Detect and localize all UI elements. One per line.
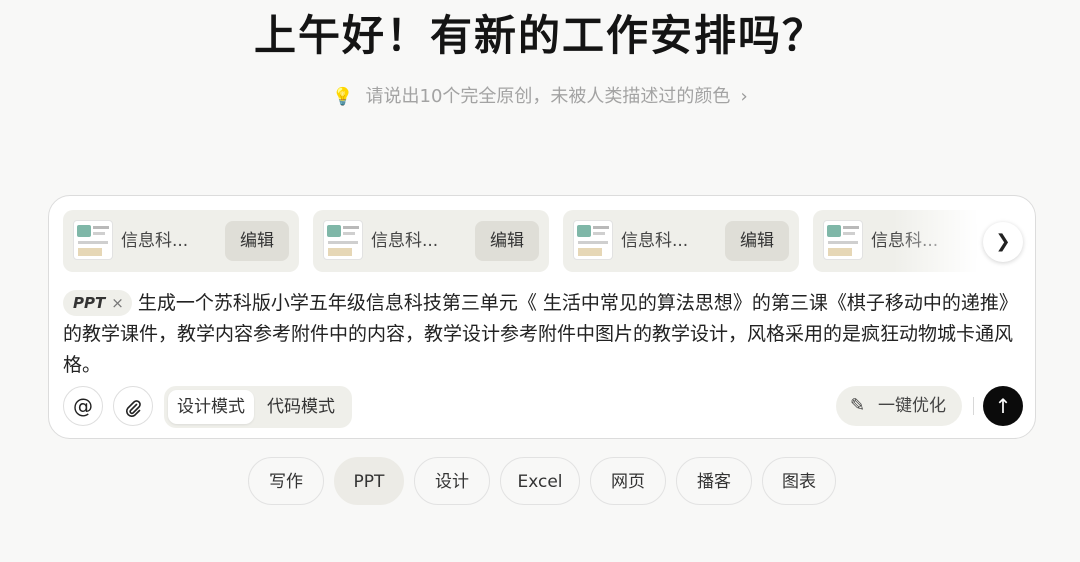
category-podcast[interactable]: 播客 xyxy=(676,457,752,505)
edit-attachment-button[interactable]: 编辑 xyxy=(475,221,539,261)
suggestion-hint[interactable]: 💡 请说出10个完全原创，未被人类描述过的颜色 › xyxy=(0,84,1080,110)
design-mode-tab[interactable]: 设计模式 xyxy=(168,390,254,424)
attachment-card[interactable]: 信息科... 编辑 xyxy=(63,210,299,272)
optimize-prompt-button[interactable]: ✎ 一键优化 xyxy=(836,386,962,426)
prompt-input[interactable]: PPT × 生成一个苏科版小学五年级信息科技第三单元《 生活中常见的算法思想》的第三… xyxy=(63,288,1023,381)
attach-file-button[interactable] xyxy=(113,386,153,426)
attachment-thumbnail xyxy=(73,220,113,260)
category-excel[interactable]: Excel xyxy=(500,457,580,505)
category-ppt[interactable]: PPT xyxy=(334,457,404,505)
prompt-text: 生成一个苏科版小学五年级信息科技第三单元《 生活中常见的算法思想》的第三课《棋子… xyxy=(63,292,1018,376)
suggestion-text: 请说出10个完全原创，未被人类描述过的颜色 xyxy=(365,86,731,107)
attachment-thumbnail xyxy=(823,220,863,260)
attachment-thumbnail xyxy=(573,220,613,260)
chevron-right-icon: ❯ xyxy=(995,231,1011,252)
chevron-right-icon: › xyxy=(740,86,748,107)
category-bar: 写作 PPT 设计 Excel 网页 播客 图表 xyxy=(0,457,1080,505)
edit-attachment-button[interactable]: 编辑 xyxy=(225,221,289,261)
ppt-tag-label: PPT xyxy=(73,294,106,312)
attachment-card[interactable]: 信息科... 编辑 xyxy=(313,210,549,272)
category-chart[interactable]: 图表 xyxy=(762,457,836,505)
attachment-name: 信息科... xyxy=(621,231,689,251)
attachment-name: 信息科... xyxy=(371,231,439,251)
lightbulb-icon: 💡 xyxy=(332,87,354,107)
magic-quill-icon: ✎ xyxy=(850,395,866,416)
edit-attachment-button[interactable]: 编辑 xyxy=(725,221,789,261)
category-webpage[interactable]: 网页 xyxy=(590,457,666,505)
mention-button[interactable]: @ xyxy=(63,386,103,426)
category-design[interactable]: 设计 xyxy=(414,457,490,505)
attachment-fade-overlay xyxy=(893,210,993,272)
attachment-list: 信息科... 编辑 信息科... 编辑 信息科... 编辑 信息科... 编辑 xyxy=(63,210,993,272)
category-writing[interactable]: 写作 xyxy=(248,457,324,505)
remove-tag-icon[interactable]: × xyxy=(111,294,124,312)
attachment-name: 信息科... xyxy=(121,231,189,251)
arrow-up-icon: ↑ xyxy=(994,394,1012,418)
mode-toggle: 设计模式 代码模式 xyxy=(164,386,352,428)
send-button[interactable]: ↑ xyxy=(983,386,1023,426)
home-page: 上午好！有新的工作安排吗？ 💡 请说出10个完全原创，未被人类描述过的颜色 › 信息… xyxy=(0,0,1080,562)
attachment-card[interactable]: 信息科... 编辑 xyxy=(563,210,799,272)
paperclip-icon xyxy=(126,399,141,417)
attachment-thumbnail xyxy=(323,220,363,260)
optimize-label: 一键优化 xyxy=(878,396,946,416)
ppt-tag-chip: PPT × xyxy=(63,290,132,316)
code-mode-tab[interactable]: 代码模式 xyxy=(258,390,344,424)
greeting-title: 上午好！有新的工作安排吗？ xyxy=(253,11,826,60)
at-sign-icon: @ xyxy=(73,394,93,418)
scroll-attachments-right-button[interactable]: ❯ xyxy=(983,222,1023,262)
toolbar-divider xyxy=(973,397,974,415)
composer-panel: 信息科... 编辑 信息科... 编辑 信息科... 编辑 信息科... 编辑 … xyxy=(48,195,1036,439)
